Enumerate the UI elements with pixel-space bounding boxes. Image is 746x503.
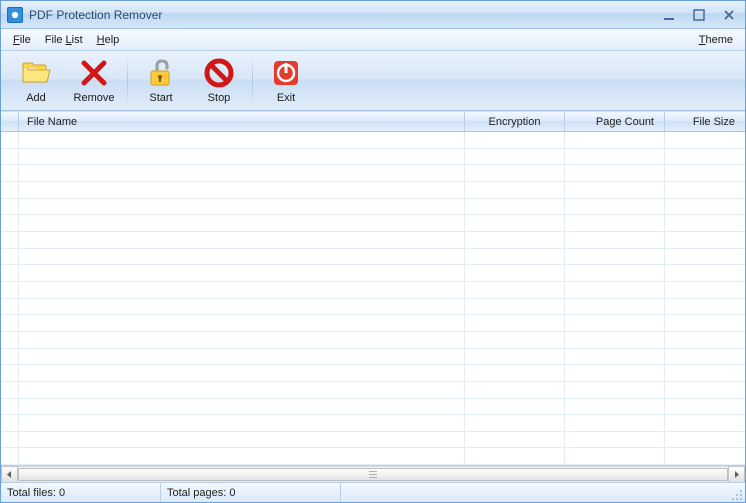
app-icon [7, 7, 23, 23]
folder-open-icon [20, 57, 52, 89]
statusbar: Total files: 0 Total pages: 0 [1, 482, 745, 502]
stop-label: Stop [208, 92, 231, 104]
toolbar-separator [127, 57, 128, 104]
menu-file[interactable]: File [7, 32, 37, 48]
table-row [1, 349, 745, 366]
toolbar-separator [252, 57, 253, 104]
table-row [1, 149, 745, 166]
window-controls [659, 7, 739, 23]
scroll-thumb[interactable] [18, 468, 728, 481]
remove-button[interactable]: Remove [65, 53, 123, 108]
scroll-left-button[interactable] [1, 466, 18, 483]
horizontal-scrollbar[interactable] [1, 465, 745, 482]
minimize-button[interactable] [659, 7, 679, 23]
status-total-files: Total files: 0 [1, 483, 161, 502]
status-total-pages: Total pages: 0 [161, 483, 341, 502]
titlebar: PDF Protection Remover [1, 1, 745, 29]
column-pagecount[interactable]: Page Count [565, 112, 665, 131]
column-filesize[interactable]: File Size [665, 112, 745, 131]
table-body[interactable] [1, 132, 745, 465]
x-delete-icon [78, 57, 110, 89]
toolbar: Add Remove Start [1, 51, 745, 111]
table-row [1, 415, 745, 432]
file-table: File Name Encryption Page Count File Siz… [1, 111, 745, 482]
close-button[interactable] [719, 7, 739, 23]
table-row [1, 215, 745, 232]
menu-filelist[interactable]: File List [39, 32, 89, 48]
toolgroup-run: Start Stop [132, 53, 248, 108]
window-title: PDF Protection Remover [29, 8, 659, 22]
exit-label: Exit [277, 92, 295, 104]
remove-label: Remove [74, 92, 115, 104]
table-row [1, 249, 745, 266]
menubar: File File List Help Theme [1, 29, 745, 51]
exit-button[interactable]: Exit [257, 53, 315, 108]
table-row [1, 165, 745, 182]
table-row [1, 132, 745, 149]
table-row [1, 432, 745, 449]
add-button[interactable]: Add [7, 53, 65, 108]
toolgroup-exit: Exit [257, 53, 315, 108]
table-row [1, 315, 745, 332]
table-row [1, 182, 745, 199]
table-row [1, 332, 745, 349]
menu-theme[interactable]: Theme [693, 32, 739, 48]
table-row [1, 365, 745, 382]
resize-grip[interactable] [727, 485, 743, 501]
maximize-button[interactable] [689, 7, 709, 23]
stop-button[interactable]: Stop [190, 53, 248, 108]
stop-icon [203, 57, 235, 89]
table-row [1, 299, 745, 316]
table-row [1, 399, 745, 416]
app-window: PDF Protection Remover File File List He… [0, 0, 746, 503]
column-filename[interactable]: File Name [19, 112, 465, 131]
table-row [1, 199, 745, 216]
column-encryption[interactable]: Encryption [465, 112, 565, 131]
table-row [1, 282, 745, 299]
table-header: File Name Encryption Page Count File Siz… [1, 112, 745, 132]
column-selector[interactable] [1, 112, 19, 131]
table-row [1, 448, 745, 465]
table-row [1, 265, 745, 282]
toolgroup-file: Add Remove [7, 53, 123, 108]
menu-help[interactable]: Help [91, 32, 126, 48]
power-icon [270, 57, 302, 89]
table-row [1, 232, 745, 249]
start-label: Start [149, 92, 172, 104]
table-row [1, 382, 745, 399]
unlock-icon [145, 57, 177, 89]
start-button[interactable]: Start [132, 53, 190, 108]
scroll-track[interactable] [18, 466, 728, 483]
add-label: Add [26, 92, 46, 104]
scroll-right-button[interactable] [728, 466, 745, 483]
